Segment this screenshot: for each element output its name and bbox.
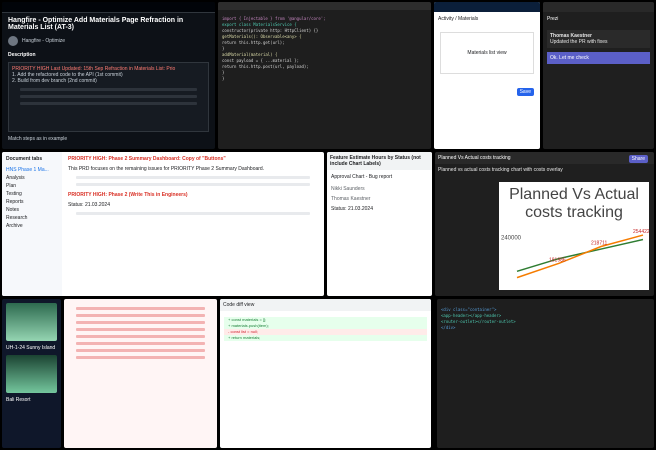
diff-line: + return materials; <box>224 335 427 341</box>
doc-status: Status: 21.03.2024 <box>68 202 110 208</box>
sidebar-item[interactable]: Notes <box>2 206 62 214</box>
step-2: 2. Build from dev branch (2nd commit) <box>12 78 97 84</box>
line-chart: 240000 254422 218711 181986 <box>501 229 650 279</box>
post-body: Approval Chart - Bug report <box>331 174 393 180</box>
chart-area: Planned Vs Actual costs tracking 240000 2… <box>499 182 650 290</box>
issue-title: Hangfire - Optimize Add Materials Page R… <box>8 17 184 31</box>
post-title: Feature Estimate Hours by Status (not in… <box>327 152 432 170</box>
message-text: Updated the PR with fixes <box>550 39 608 45</box>
reply-text: Ok. Let me check <box>550 55 589 61</box>
materials-panel: Materials list view <box>440 32 534 74</box>
assignee-label: Hangfire - Optimize <box>22 38 66 44</box>
section-title: Description <box>8 52 36 58</box>
sidebar-item[interactable]: Testing <box>2 190 62 198</box>
post-status: Status: 21.03.2024 <box>331 206 373 212</box>
share-button[interactable]: Share <box>628 155 648 163</box>
chart-header: Planned Vs Actual costs tracking <box>435 152 654 164</box>
panel-text: Materials list view <box>467 50 507 56</box>
channel-name: Prezi <box>547 16 559 22</box>
note: Match steps as in example <box>8 136 68 142</box>
resort-image[interactable] <box>6 355 57 393</box>
code-line: } <box>222 76 225 81</box>
caption: UH-1-24 Sunny Island <box>6 345 56 351</box>
chat-header <box>543 2 654 12</box>
chart-title: Planned Vs Actual costs tracking <box>509 186 639 221</box>
y-tick-label: 240000 <box>501 236 522 242</box>
diff-header: Code diff view <box>220 299 431 311</box>
sidebar-item[interactable]: Plan <box>2 182 62 190</box>
sidebar-item[interactable]: Analysis <box>2 174 62 182</box>
chart-description: Planned vs actual costs tracking chart w… <box>438 167 563 173</box>
sidebar-item[interactable]: Research <box>2 214 62 222</box>
avatar <box>8 36 18 46</box>
app-header-text: Activity / Materials <box>438 16 479 22</box>
chat-tile: Prezi Thomas Kaestner Updated the PR wit… <box>543 2 654 149</box>
sidebar-item[interactable]: HNS Phase 1 Ma... <box>2 166 62 174</box>
author: Thomas Kaestner <box>331 196 371 202</box>
data-label: 181986 <box>549 257 566 263</box>
web-images-tile: UH-1-24 Sunny Island Bali Resort <box>2 299 61 448</box>
diff-tile: Code diff view + const materials = []; +… <box>220 299 431 448</box>
code-editor-tile: import { Injectable } from '@angular/cor… <box>218 2 431 149</box>
post-tile: Feature Estimate Hours by Status (not in… <box>327 152 432 296</box>
top-nav <box>2 2 215 13</box>
doc-subheading: PRIORITY HIGH: Phase 2 (Write This in En… <box>68 192 188 198</box>
data-label: 218711 <box>591 241 608 247</box>
chart-tile: Planned Vs Actual costs tracking Planned… <box>435 152 654 296</box>
html-editor-tile: <div class="container"> <app-header></ap… <box>437 299 654 448</box>
doc-sidebar: Document tabs HNS Phase 1 Ma... Analysis… <box>2 152 62 296</box>
doc-tile: Document tabs HNS Phase 1 Ma... Analysis… <box>2 152 324 296</box>
editor-titlebar <box>218 2 431 10</box>
series-line-1 <box>516 234 644 279</box>
sidebar-item[interactable]: Archive <box>2 222 62 230</box>
sidebar-title: Document tabs <box>6 156 43 162</box>
app-window-tile: Activity / Materials Materials list view… <box>434 2 540 149</box>
code-line: </div> <box>441 325 456 330</box>
author: Nikki Saunders <box>331 186 365 192</box>
doc-paragraph: This PRD focuses on the remaining issues… <box>68 166 265 172</box>
github-issue-tile: Hangfire - Optimize Add Materials Page R… <box>2 2 215 149</box>
resort-image[interactable] <box>6 303 57 341</box>
app-header <box>434 2 540 12</box>
sidebar-item[interactable]: Reports <box>2 198 62 206</box>
description-box: PRIORITY HIGH Last Updated: 15th Sep Ref… <box>8 62 209 132</box>
reply: Ok. Let me check <box>547 52 650 64</box>
save-button[interactable]: Save <box>516 88 534 96</box>
doc-heading: PRIORITY HIGH: Phase 2 Summary Dashboard… <box>68 156 226 162</box>
data-label: 254422 <box>633 229 649 235</box>
message: Thomas Kaestner Updated the PR with fixe… <box>547 30 650 48</box>
separator <box>434 299 435 448</box>
caption: Bali Resort <box>6 397 31 403</box>
log-tile <box>64 299 217 448</box>
